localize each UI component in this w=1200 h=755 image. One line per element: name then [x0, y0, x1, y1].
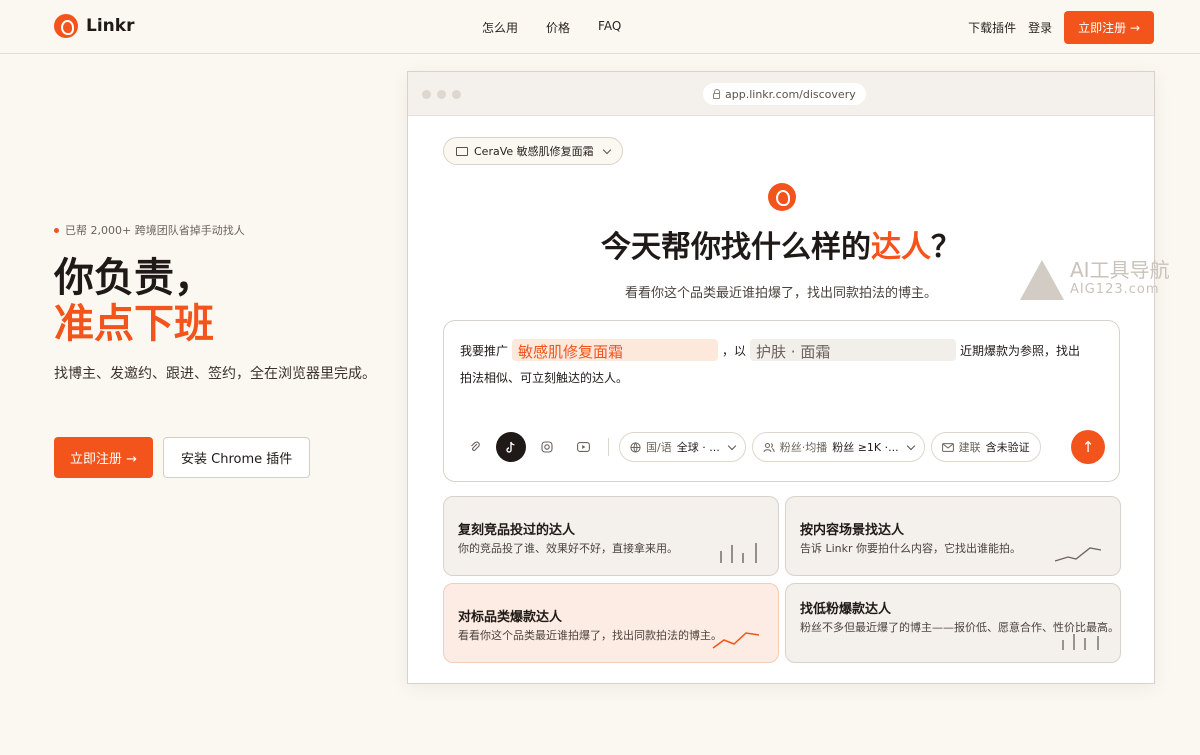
watermark-text: AI工具导航 AIG123.com: [1070, 260, 1170, 300]
watermark-line1: AI工具导航: [1070, 258, 1170, 282]
hero-title-line2: 准点下班: [54, 301, 214, 347]
brand-logo[interactable]: Linkr: [54, 14, 134, 38]
nav-links: 怎么用 价格 FAQ: [482, 19, 621, 36]
suggestion-card-competitor[interactable]: 复刻竞品投过的达人 你的竞品投了谁、效果好不好，直接拿来用。: [443, 496, 779, 576]
prompt-text: 我要推广: [460, 343, 509, 358]
project-selector[interactable]: CeraVe 敏感肌修复面霜: [443, 137, 623, 165]
card-title: 对标品类爆款达人: [458, 610, 563, 625]
bar-chart-icon: [1062, 634, 1099, 650]
hero-tagline-text: 已帮 2,000+ 跨境团队省掉手动找人: [65, 224, 245, 237]
tiktok-icon[interactable]: [496, 432, 526, 462]
window-controls: [422, 90, 461, 99]
region-filter-label: 国/语: [646, 441, 672, 454]
brand-name: Linkr: [86, 16, 135, 36]
chevron-down-icon: [602, 145, 611, 154]
bar-chart-icon: [720, 543, 757, 563]
region-filter[interactable]: 国/语 全球 · ...: [619, 432, 746, 462]
hero-buttons: 立即注册 → 安装 Chrome 插件: [54, 437, 311, 478]
nav-link-faq[interactable]: FAQ: [598, 19, 621, 36]
toolbar-divider: [608, 438, 609, 456]
attachment-icon[interactable]: [460, 432, 490, 462]
region-filter-value: 全球 · ...: [676, 441, 720, 454]
category-chip[interactable]: 护肤 · 面霜: [750, 339, 957, 361]
contact-filter-value: 含未验证: [985, 441, 1030, 454]
hero-signup-button[interactable]: 立即注册 →: [54, 437, 154, 478]
top-nav: Linkr 怎么用 价格 FAQ 下载插件 登录 立即注册 →: [0, 0, 1200, 54]
window-dot-icon: [452, 90, 461, 99]
hero-subtitle: 找博主、发邀约、跟进、签约，全在浏览器里完成。: [54, 366, 376, 382]
login-link[interactable]: 登录: [1028, 19, 1052, 36]
suggestion-card-lowfans[interactable]: 找低粉爆款达人 粉丝不多但最近爆了的博主——报价低、愿意合作、性价比最高。: [785, 583, 1121, 663]
hero-title: 你负责， 准点下班: [54, 255, 214, 347]
nav-link-pricing[interactable]: 价格: [546, 19, 570, 36]
send-button[interactable]: ↑: [1071, 430, 1105, 464]
browser-bar: app.linkr.com/discovery: [408, 72, 1154, 116]
prompt-text: 近期爆款为参照，找出: [960, 343, 1081, 358]
question-prefix: 今天帮你找什么样的: [601, 230, 871, 265]
prompt-box[interactable]: 我要推广 敏感肌修复面霜 ，以 护肤 · 面霜 近期爆款为参照，找出 拍法相似、…: [443, 320, 1120, 482]
users-icon: [763, 442, 775, 452]
window-dot-icon: [422, 90, 431, 99]
fans-filter-value: 粉丝 ≥1K ·...: [832, 441, 899, 454]
chevron-down-icon: [727, 441, 736, 450]
suggestion-card-category[interactable]: 对标品类爆款达人 看看你这个品类最近谁拍爆了，找出同款拍法的博主。: [443, 583, 779, 663]
watermark-logo-icon: [1020, 260, 1064, 300]
prompt-toolbar: 国/语 全球 · ... 粉丝·均播 粉丝 ≥1K ·... 建联 含未验证 ↑: [460, 430, 1105, 464]
watermark-line2: AIG123.com: [1070, 282, 1160, 297]
card-title: 找低粉爆款达人: [800, 602, 892, 617]
product-chip[interactable]: 敏感肌修复面霜: [512, 339, 719, 361]
trend-up-icon: [712, 632, 760, 649]
dot-icon: [54, 227, 59, 233]
install-chrome-button[interactable]: 安装 Chrome 插件: [163, 437, 311, 478]
fans-filter-label: 粉丝·均播: [779, 441, 828, 454]
question-suffix: ？: [931, 230, 961, 265]
lock-icon: [713, 89, 720, 99]
hero-title-line1: 你负责，: [54, 255, 214, 301]
contact-filter-label: 建联: [958, 441, 981, 454]
youtube-icon[interactable]: [568, 432, 598, 462]
url-text: app.linkr.com/discovery: [725, 87, 856, 101]
trend-line-icon: [1054, 547, 1102, 562]
fans-filter[interactable]: 粉丝·均播 粉丝 ≥1K ·...: [751, 432, 925, 462]
suggestion-card-content[interactable]: 按内容场景找达人 告诉 Linkr 你要拍什么内容，它找出谁能拍。: [785, 496, 1121, 576]
linkr-logo-icon: [54, 14, 78, 38]
download-plugin-link[interactable]: 下载插件: [968, 19, 1016, 36]
address-bar[interactable]: app.linkr.com/discovery: [703, 83, 866, 105]
instagram-icon[interactable]: [532, 432, 562, 462]
hero-tagline: 已帮 2,000+ 跨境团队省掉手动找人: [54, 222, 245, 238]
nav-link-how[interactable]: 怎么用: [482, 19, 518, 36]
browser-mockup: app.linkr.com/discovery CeraVe 敏感肌修复面霜 今…: [407, 71, 1155, 684]
card-title: 按内容场景找达人: [800, 523, 905, 538]
prompt-line2: 拍法相似、可立刻触达的达人。: [460, 371, 629, 385]
nav-signup-button[interactable]: 立即注册 →: [1064, 11, 1154, 44]
chevron-down-icon: [906, 441, 915, 450]
watermark: AI工具导航 AIG123.com: [1020, 260, 1170, 300]
folder-icon: [456, 146, 468, 156]
nav-actions: 下载插件 登录 立即注册 →: [968, 11, 1154, 44]
globe-icon: [630, 441, 641, 453]
card-desc: 你的竞品投了谁、效果好不好，直接拿来用。: [458, 542, 678, 555]
window-dot-icon: [437, 90, 446, 99]
linkr-logo-icon: [768, 183, 796, 211]
question-accent: 达人: [871, 230, 931, 265]
prompt-text: ，以: [722, 343, 747, 358]
project-name: CeraVe 敏感肌修复面霜: [474, 145, 594, 158]
mail-icon: [941, 442, 954, 452]
prompt-line1: 我要推广 敏感肌修复面霜 ，以 护肤 · 面霜 近期爆款为参照，找出: [460, 339, 1110, 361]
contact-filter[interactable]: 建联 含未验证: [930, 432, 1041, 462]
card-title: 复刻竞品投过的达人: [458, 523, 576, 538]
